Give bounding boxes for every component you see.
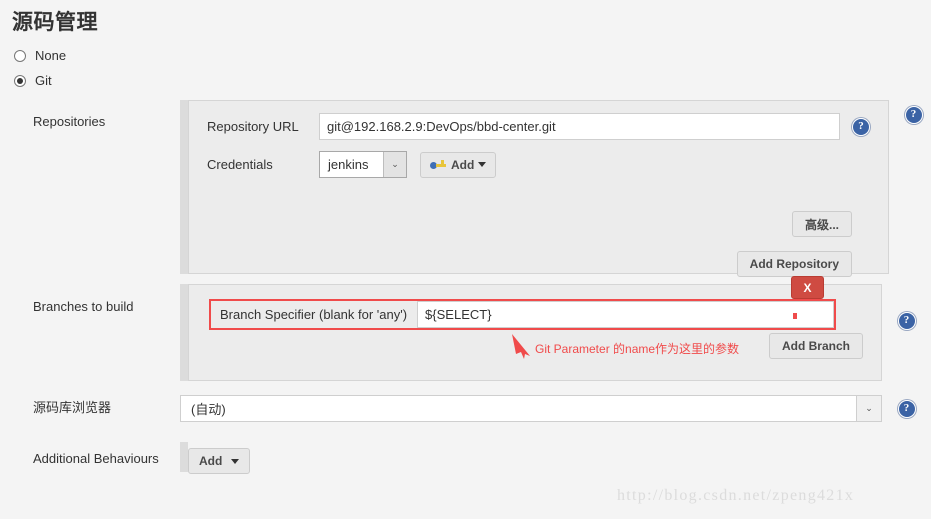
add-credentials-label: Add [451,157,475,172]
repository-url-field: Repository URL ? [207,113,870,141]
repository-browser-value: (自动) [191,402,226,418]
add-credentials-button[interactable]: Add [420,151,497,178]
credentials-field: Credentials jenkins ⌄ Add [207,151,870,179]
branches-row: Branches to build X Branch Specifier (bl… [0,276,931,382]
branches-panel: X Branch Specifier (blank for 'any') Git… [188,276,882,382]
key-icon [430,159,446,171]
repository-browser-label: 源码库浏览器 [33,400,112,416]
caret-down-icon [231,458,240,464]
delete-branch-button[interactable]: X [791,276,824,300]
chevron-down-icon: ⌄ [856,396,881,422]
additional-behaviours-add-label: Add [199,454,223,469]
scm-type-option-none[interactable]: None [14,43,931,68]
chevron-down-icon: ⌄ [383,152,406,178]
branch-specifier-input-wrap [417,301,835,329]
branch-annotation-text: Git Parameter 的name作为这里的参数 [535,342,740,357]
repositories-label: Repositories [33,114,106,130]
repositories-fields: Repository URL ? Credentials jenkins ⌄ A… [189,101,888,291]
watermark: http://blog.csdn.net/zpeng421x [617,487,855,504]
additional-behaviours-label: Additional Behaviours [33,451,159,467]
radio-none-icon[interactable] [14,49,26,62]
additional-behaviours-row: Additional Behaviours Add [0,442,931,475]
branches-gutter [180,284,188,382]
repository-url-help-icon[interactable]: ? [852,117,870,136]
page-title: 源码管理 [12,11,98,34]
repository-action-buttons: 高级... Add Repository [207,189,870,278]
repository-browser-help-icon[interactable]: ? [897,400,916,419]
repositories-gutter [180,100,188,275]
repository-browser-select[interactable]: (自动) ⌄ [180,395,882,423]
add-branch-wrap: Add Branch [768,333,863,360]
repository-browser-field: (自动) ⌄ [180,395,882,423]
scm-type-radio-group: None Git [0,35,931,93]
credentials-select-value: jenkins [328,157,369,173]
repository-browser-row: 源码库浏览器 (自动) ⌄ ? [0,395,931,423]
branches-label: Branches to build [33,299,134,315]
add-branch-button[interactable]: Add Branch [768,333,863,360]
radio-git-icon[interactable] [14,74,26,87]
caret-down-icon [478,162,487,168]
branch-marker-dot [793,313,798,320]
additional-behaviours-add-button[interactable]: Add [188,448,251,475]
repositories-panel: Repository URL ? Credentials jenkins ⌄ A… [188,100,889,278]
branches-fields: X Branch Specifier (blank for 'any') Git… [189,276,881,369]
repositories-row: Repositories Repository URL ? Credential… [0,100,931,278]
scm-type-option-git[interactable]: Git [14,68,931,93]
branch-specifier-label: Branch Specifier (blank for 'any') [220,307,408,323]
credentials-label: Credentials [207,157,273,173]
repository-browser-help-col: ? [882,395,931,419]
additional-behaviours-actions: Add [188,442,931,475]
branch-specifier-input[interactable] [417,301,835,329]
add-repository-button[interactable]: Add Repository [736,251,852,278]
branches-help-col: ? [882,284,931,331]
branches-help-icon[interactable]: ? [897,312,916,331]
repositories-help-icon[interactable]: ? [904,106,923,125]
additional-behaviours-gutter [180,442,188,473]
repositories-help-col: ? [889,100,931,125]
radio-none-label: None [35,48,67,64]
advanced-button[interactable]: 高级... [791,211,852,238]
credentials-select[interactable]: jenkins ⌄ [319,151,407,179]
annotation-arrow-icon [512,334,530,360]
branch-specifier-highlight: Branch Specifier (blank for 'any') [209,299,837,331]
radio-git-label: Git [35,73,52,89]
repository-url-label: Repository URL [207,119,299,135]
repository-url-input[interactable] [319,113,840,141]
